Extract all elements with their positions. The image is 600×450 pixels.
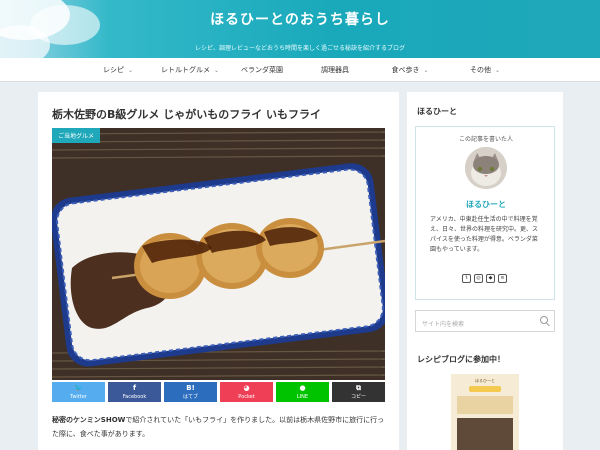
site-title[interactable]: ほるひーとのおうち暮らし xyxy=(0,9,600,29)
share-label: Facebook xyxy=(122,394,147,400)
category-label[interactable]: ご当地グルメ xyxy=(52,128,101,143)
article-body: 秘密のケンミンSHOWで紹介されていた「いもフライ」を作りました。以前は栃木県佐… xyxy=(52,413,387,441)
share-facebook-button[interactable]: f Facebook xyxy=(108,382,161,402)
hatena-icon: B! xyxy=(186,384,195,392)
nav-item-label: 調理器具 xyxy=(321,66,349,74)
blog-ranking-heading: レシピブログに参加中！ xyxy=(417,355,505,364)
chevron-down-icon: ⌄ xyxy=(213,67,220,74)
share-twitter-button[interactable]: 🐦 Twitter xyxy=(52,382,105,402)
nav-item-label: レトルトグルメ xyxy=(160,66,210,74)
banner-image xyxy=(457,396,513,414)
share-label: コピー xyxy=(350,394,366,400)
nav-item-retort[interactable]: レトルトグルメ ⌄ xyxy=(150,58,230,82)
banner-title: ほるひーと xyxy=(475,378,495,383)
share-label: はてブ xyxy=(182,394,198,400)
nav-item-recipe[interactable]: レシピ ⌄ xyxy=(78,58,158,82)
nav-item-eating-out[interactable]: 食べ歩き ⌄ xyxy=(370,58,450,82)
feedly-icon[interactable]: ◆ xyxy=(486,274,495,283)
nav-item-label: ベランダ菜園 xyxy=(241,66,283,74)
search-box xyxy=(415,310,555,335)
chevron-down-icon: ⌄ xyxy=(127,67,134,74)
rss-icon[interactable]: ≋ xyxy=(498,274,507,283)
eyecatch-image: ご当地グルメ xyxy=(52,128,385,380)
chevron-down-icon: ⌄ xyxy=(423,67,429,74)
nav-item-label: レシピ xyxy=(102,66,124,74)
share-copy-button[interactable]: ⧉ コピー xyxy=(332,382,385,402)
nav-item-other[interactable]: その他 ⌄ xyxy=(445,58,525,82)
search-icon[interactable] xyxy=(540,316,548,324)
share-label: Twitter xyxy=(70,394,87,400)
nav-item-label: その他 xyxy=(469,66,491,74)
profile-box: この記事を書いた人 ほるひーと アメリカ、中東赴任生活の中で料理を覚え、日々、世… xyxy=(415,126,555,300)
pocket-icon: ◕ xyxy=(243,384,250,392)
sidebar: ほるひーと この記事を書いた人 ほるひーと アメリカ、中東赴任生活の中で料理を覚… xyxy=(407,92,563,450)
recipe-blog-banner[interactable]: ほるひーと xyxy=(451,374,519,450)
profile-description: アメリカ、中東赴任生活の中で料理を覚え、日々、世界の料理を研究中。更、スパイスを… xyxy=(430,216,539,253)
profile-name[interactable]: ほるひーと xyxy=(416,199,556,210)
banner-badge xyxy=(469,386,501,392)
body-bold-text: 秘密のケンミンSHOW xyxy=(52,416,126,424)
share-label: Pocket xyxy=(238,394,255,400)
banner-image xyxy=(457,418,513,450)
profile-heading: ほるひーと xyxy=(417,107,457,116)
chevron-down-icon: ⌄ xyxy=(494,67,501,74)
post-title: 栃木佐野のB級グルメ じゃがいものフライ いもフライ xyxy=(52,108,322,121)
share-buttons: 🐦 Twitter f Facebook B! はてブ ◕ Pocket ● L… xyxy=(52,382,385,402)
profile-caption: この記事を書いた人 xyxy=(458,136,513,143)
nav-item-label: 食べ歩き xyxy=(391,66,420,74)
share-pocket-button[interactable]: ◕ Pocket xyxy=(220,382,273,402)
article-card: 栃木佐野のB級グルメ じゃがいものフライ いもフライ ご当地グルメ 🐦 Twit… xyxy=(38,92,399,450)
avatar[interactable] xyxy=(465,147,507,189)
cat-avatar-image xyxy=(465,147,507,189)
nav-item-cookware[interactable]: 調理器具 xyxy=(295,58,375,82)
nav-item-garden[interactable]: ベランダ菜園 xyxy=(222,58,302,82)
twitter-icon[interactable]: t xyxy=(462,274,471,283)
copy-icon: ⧉ xyxy=(356,384,361,392)
imo-fry-photo xyxy=(52,128,385,380)
facebook-icon: f xyxy=(132,384,137,392)
site-tagline: レシピ、調理レビューなどおうち時間を楽しく過ごせる秘訣を紹介するブログ xyxy=(194,45,405,52)
share-label: LINE xyxy=(296,394,309,400)
line-icon: ● xyxy=(299,384,306,392)
instagram-icon[interactable]: ◎ xyxy=(474,274,483,283)
global-nav: レシピ ⌄ レトルトグルメ ⌄ ベランダ菜園 調理器具 食べ歩き ⌄ その他 ⌄ xyxy=(0,58,600,82)
search-input[interactable] xyxy=(416,314,536,335)
twitter-icon: 🐦 xyxy=(74,384,83,392)
site-header: ほるひーとのおうち暮らし レシピ、調理レビューなどおうち時間を楽しく過ごせる秘訣… xyxy=(0,0,600,58)
share-line-button[interactable]: ● LINE xyxy=(276,382,329,402)
share-hatena-button[interactable]: B! はてブ xyxy=(164,382,217,402)
